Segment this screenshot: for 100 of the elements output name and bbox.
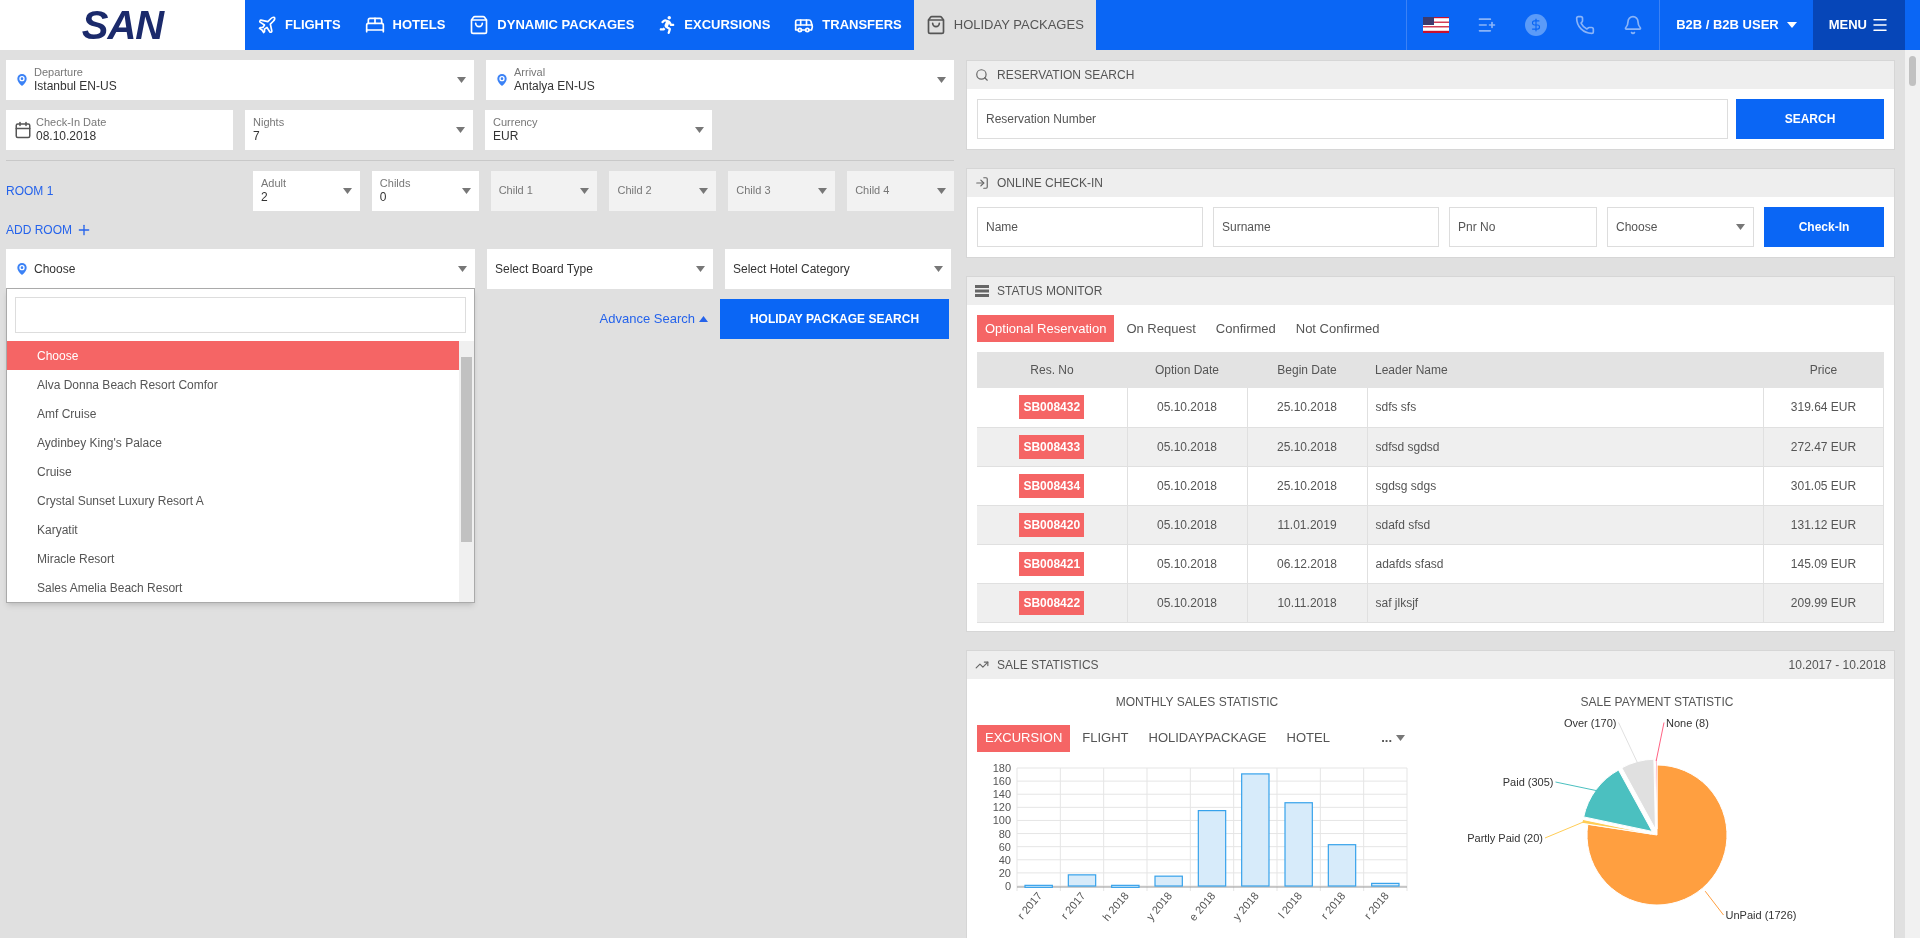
dropdown-option[interactable]: Alva Donna Beach Resort Comfor bbox=[7, 370, 459, 399]
nav-tab[interactable]: TRANSFERS bbox=[782, 0, 914, 50]
nav-tab[interactable]: HOTELS bbox=[352, 0, 458, 50]
nav-tab[interactable]: FLIGHTS bbox=[245, 0, 353, 50]
dropdown-option[interactable]: Miracle Resort bbox=[7, 544, 459, 573]
table-cell: 05.10.2018 bbox=[1127, 388, 1247, 427]
checkin-input[interactable]: Pnr No bbox=[1449, 207, 1597, 247]
axis-tick-label: 100 bbox=[992, 813, 1011, 826]
panel-title: ONLINE CHECK-IN bbox=[997, 175, 1103, 192]
checkin-input[interactable]: Name bbox=[977, 207, 1203, 247]
table-row[interactable]: SB008432 05.10.2018 25.10.2018 sdfs sfs 319.64 EUR bbox=[977, 388, 1884, 427]
table-cell: 25.10.2018 bbox=[1247, 388, 1367, 427]
add-room-link[interactable]: ADD ROOM bbox=[6, 221, 92, 239]
checkin-select[interactable]: Choose bbox=[1607, 207, 1754, 247]
checkin-date-field[interactable]: Check-In Date 08.10.2018 bbox=[6, 110, 233, 150]
panel-title: RESERVATION SEARCH bbox=[997, 67, 1135, 84]
chart-tab[interactable]: HOLIDAYPACKAGE bbox=[1140, 724, 1275, 752]
hotel-category-select[interactable]: Select Hotel Category bbox=[725, 249, 951, 289]
table-cell: 319.64 EUR bbox=[1763, 388, 1884, 427]
table-cell: 209.99 EUR bbox=[1763, 583, 1884, 622]
dropdown-option[interactable]: Karyatit bbox=[7, 515, 459, 544]
axis-tick-label: 0 bbox=[1004, 879, 1011, 892]
table-row[interactable]: SB008422 05.10.2018 10.11.2018 saf jlksjf 209.99 EUR bbox=[977, 583, 1884, 622]
table-cell: sdfsd sgdsd bbox=[1367, 427, 1764, 466]
pie-label: UnPaid (1726) bbox=[1725, 908, 1797, 921]
axis-tick-label: 140 bbox=[992, 787, 1011, 800]
dropdown-option[interactable]: Crystal Sunset Luxury Resort A bbox=[7, 486, 459, 515]
table-cell: 05.10.2018 bbox=[1127, 505, 1247, 544]
table-cell: 05.10.2018 bbox=[1127, 466, 1247, 505]
dropdown-option[interactable]: Sales Amelia Beach Resort bbox=[7, 573, 459, 602]
pie-label: Over (170) bbox=[1563, 716, 1617, 728]
pie-label: Partly Paid (20) bbox=[1467, 831, 1543, 844]
reservation-number-input[interactable]: Reservation Number bbox=[977, 99, 1728, 139]
axis-tick-label: 80 bbox=[998, 827, 1011, 840]
column-header: Option Date bbox=[1127, 352, 1247, 388]
table-cell: 11.01.2019 bbox=[1247, 505, 1367, 544]
table-cell: adafds sfasd bbox=[1367, 544, 1764, 583]
chart-title: MONTHLY SALES STATISTIC bbox=[1114, 693, 1280, 711]
nav-tab[interactable]: HOLIDAY PACKAGES bbox=[913, 0, 1096, 50]
table-row[interactable]: SB008434 05.10.2018 25.10.2018 sgdsg sdgs 301.05 EUR bbox=[977, 466, 1884, 505]
room-label: ROOM 1 bbox=[6, 183, 55, 200]
pie-label: None (8) bbox=[1666, 716, 1709, 728]
column-header: Res. No bbox=[977, 352, 1127, 388]
chart-tab[interactable]: FLIGHT bbox=[1074, 724, 1137, 752]
table-cell: 272.47 EUR bbox=[1763, 427, 1884, 466]
axis-tick-label: 180 bbox=[992, 761, 1011, 774]
checkin-button[interactable]: Check-In bbox=[1764, 207, 1884, 247]
table-row[interactable]: SB008433 05.10.2018 25.10.2018 sdfsd sgdsd 272.47 EUR bbox=[977, 427, 1884, 466]
currency-field[interactable]: Currency EUR bbox=[485, 110, 712, 150]
status-tab[interactable]: Not Confirmed bbox=[1287, 315, 1388, 342]
table-cell: saf jlksjf bbox=[1367, 583, 1764, 622]
checkin-input[interactable]: Surname bbox=[1213, 207, 1439, 247]
guest-count-field[interactable]: Childs 0 bbox=[371, 171, 479, 211]
table-cell: 06.12.2018 bbox=[1247, 544, 1367, 583]
search-button[interactable]: SEARCH bbox=[1736, 99, 1884, 139]
table-cell: sdafd sfsd bbox=[1367, 505, 1764, 544]
departure-field[interactable]: Departure Istanbul EN-US bbox=[6, 60, 474, 100]
nights-field[interactable]: Nights 7 bbox=[245, 110, 473, 150]
axis-tick-label: 120 bbox=[992, 800, 1011, 813]
arrival-field[interactable]: Arrival Antalya EN-US bbox=[486, 60, 954, 100]
column-header: Price bbox=[1763, 352, 1884, 388]
axis-tick-label: 20 bbox=[998, 866, 1011, 879]
table-cell: 25.10.2018 bbox=[1247, 427, 1367, 466]
table-cell: 05.10.2018 bbox=[1127, 427, 1247, 466]
column-header: Leader Name bbox=[1367, 352, 1764, 388]
panel-title: SALE STATISTICS bbox=[997, 656, 1099, 674]
table-cell: 05.10.2018 bbox=[1127, 544, 1247, 583]
user-menu-button[interactable]: B2B / B2B USER bbox=[1659, 0, 1813, 50]
axis-tick-label: 160 bbox=[992, 774, 1011, 787]
status-tab[interactable]: On Request bbox=[1118, 315, 1204, 342]
period-label: 10.2017 - 10.2018 bbox=[1788, 656, 1886, 674]
pie-label: Paid (305) bbox=[1502, 775, 1554, 788]
hotel-select[interactable]: Choose bbox=[6, 249, 475, 289]
table-cell: 131.12 EUR bbox=[1763, 505, 1884, 544]
dropdown-option[interactable]: Aydinbey King's Palace bbox=[7, 428, 459, 457]
axis-tick-label: 60 bbox=[998, 840, 1011, 853]
table-cell: 05.10.2018 bbox=[1127, 583, 1247, 622]
nav-tab[interactable]: DYNAMIC PACKAGES bbox=[457, 0, 647, 50]
chart-title: SALE PAYMENT STATISTIC bbox=[1580, 693, 1734, 711]
board-type-select[interactable]: Select Board Type bbox=[487, 249, 713, 289]
advance-search-link[interactable]: Advance Search bbox=[599, 309, 708, 329]
table-row[interactable]: SB008420 05.10.2018 11.01.2019 sdafd sfsd 131.12 EUR bbox=[977, 505, 1884, 544]
panel-title: STATUS MONITOR bbox=[997, 283, 1103, 300]
guest-count-field[interactable]: Adult 2 bbox=[253, 171, 360, 211]
dropdown-option[interactable]: Amf Cruise bbox=[7, 399, 459, 428]
table-cell: 301.05 EUR bbox=[1763, 466, 1884, 505]
nav-tab[interactable]: EXCURSIONS bbox=[646, 0, 783, 50]
holiday-package-search-button[interactable]: HOLIDAY PACKAGE SEARCH bbox=[720, 299, 949, 339]
table-cell: 145.09 EUR bbox=[1763, 544, 1884, 583]
table-row[interactable]: SB008421 05.10.2018 06.12.2018 adafds sfasd 145.09 EUR bbox=[977, 544, 1884, 583]
table-cell: sdfs sfs bbox=[1367, 388, 1764, 427]
chart-tab[interactable]: HOTEL bbox=[1278, 724, 1338, 752]
more-tabs-button[interactable]: ... bbox=[1381, 728, 1405, 748]
menu-button[interactable]: MENU bbox=[1812, 0, 1905, 50]
axis-tick-label: 40 bbox=[998, 853, 1011, 866]
table-cell: 25.10.2018 bbox=[1247, 466, 1367, 505]
status-tab[interactable]: Confirmed bbox=[1207, 315, 1284, 342]
table-cell: sgdsg sdgs bbox=[1367, 466, 1764, 505]
dropdown-option[interactable]: Cruise bbox=[7, 457, 459, 486]
logo[interactable]: SAN bbox=[81, 0, 164, 55]
